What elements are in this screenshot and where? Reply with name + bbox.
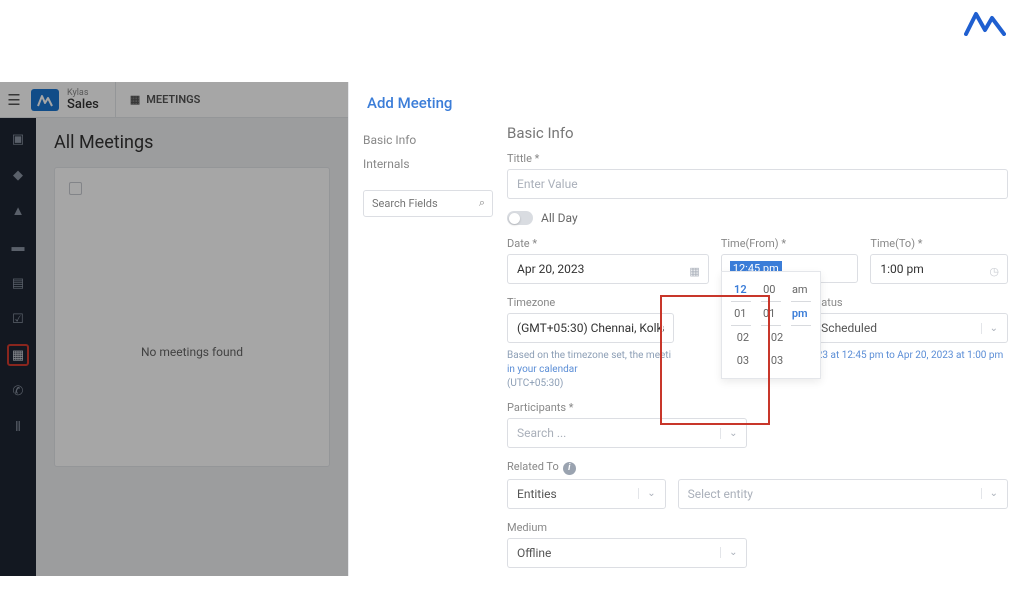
time-from-label: Time(From) * — [721, 237, 859, 250]
clock-icon: ◷ — [989, 265, 999, 278]
allday-toggle[interactable] — [507, 211, 533, 225]
date-input[interactable] — [507, 254, 709, 284]
empty-state: No meetings found — [69, 345, 315, 359]
hamburger-icon[interactable]: ☰ — [0, 91, 28, 109]
entity-value-select[interactable]: Select entity⌄ — [678, 479, 1008, 509]
related-to-label: Related Toi — [507, 460, 1008, 475]
timezone-input[interactable] — [507, 313, 674, 343]
medium-label: Medium — [507, 521, 747, 534]
panel-nav-basic[interactable]: Basic Info — [363, 128, 493, 152]
topbar: ☰ Kylas Sales ▦ MEETINGS — [0, 82, 348, 118]
title-input[interactable] — [507, 169, 1008, 199]
time-to-label: Time(To) * — [870, 237, 1008, 250]
select-all-checkbox[interactable] — [69, 182, 82, 195]
page-title: All Meetings — [54, 132, 330, 153]
sidebar-list-icon[interactable]: ▤ — [7, 272, 29, 294]
meetings-card: No meetings found — [54, 167, 330, 467]
panel-search-input[interactable] — [363, 190, 493, 217]
brand-product: Sales — [67, 98, 99, 111]
sidebar-dashboard-icon[interactable]: ▣ — [7, 128, 29, 150]
date-label: Date * — [507, 237, 709, 250]
title-label: Tittle * — [507, 152, 1008, 165]
search-icon: ⌕ — [479, 196, 485, 210]
allday-label: All Day — [541, 211, 578, 225]
sidebar-reports-icon[interactable]: ⫴ — [7, 416, 29, 438]
sidebar-phone-icon[interactable]: ✆ — [7, 380, 29, 402]
medium-select[interactable]: Offline⌄ — [507, 538, 747, 568]
calendar-icon: ▦ — [130, 93, 140, 106]
sidebar-task-icon[interactable]: ☑ — [7, 308, 29, 330]
timezone-label: Timezone — [507, 296, 674, 309]
info-icon[interactable]: i — [563, 462, 576, 475]
sidebar: ▣ ◆ ▲ ▬ ▤ ☑ ▦ ✆ ⫴ — [0, 118, 36, 576]
brand-logo — [964, 8, 1006, 40]
sidebar-company-icon[interactable]: ▬ — [7, 236, 29, 258]
sidebar-deals-icon[interactable]: ▲ — [7, 200, 29, 222]
time-to-input[interactable] — [870, 254, 1008, 284]
add-meeting-panel: Add Meeting Basic Info Internals ⌕ Basic… — [348, 82, 1024, 576]
panel-title: Add Meeting — [367, 94, 1006, 112]
sidebar-calendar-icon[interactable]: ▦ — [7, 344, 29, 366]
participants-label: Participants * — [507, 401, 747, 414]
page-breadcrumb[interactable]: ▦ MEETINGS — [115, 82, 214, 118]
status-select[interactable]: Scheduled⌄ — [811, 313, 1008, 343]
status-label: Status — [811, 296, 1008, 309]
section-heading: Basic Info — [507, 124, 1008, 142]
calendar-picker-icon[interactable]: ▦ — [689, 265, 699, 278]
sidebar-person-icon[interactable]: ◆ — [7, 164, 29, 186]
time-picker-dropdown[interactable]: 1200am 0101pm 0202 0303 — [721, 271, 821, 379]
panel-nav-internals[interactable]: Internals — [363, 152, 493, 176]
participants-select[interactable]: Search ...⌄ — [507, 418, 747, 448]
app-logo-icon — [31, 89, 59, 111]
entities-select[interactable]: Entities⌄ — [507, 479, 666, 509]
